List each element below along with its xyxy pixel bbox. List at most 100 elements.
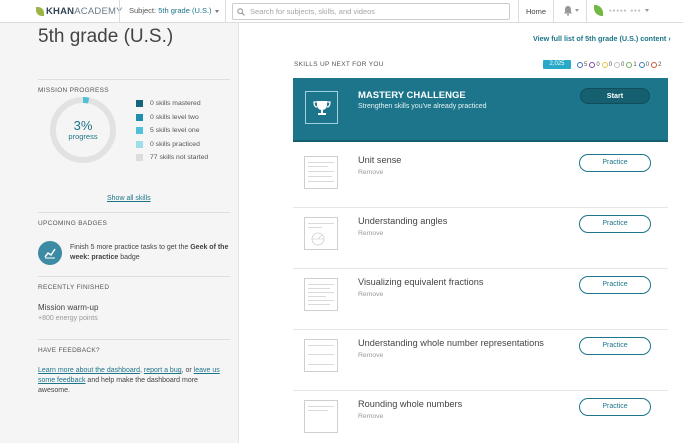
nav-divider	[553, 0, 554, 23]
nav-divider	[518, 0, 519, 23]
progress-label: progress	[68, 132, 98, 141]
skill-title[interactable]: Unit sense	[358, 155, 401, 165]
skill-thumbnail	[304, 278, 338, 311]
search-input[interactable]	[250, 7, 500, 16]
energy-points-badge: 2,025	[543, 60, 571, 69]
recent-item-points: +800 energy points	[38, 315, 98, 322]
remove-link[interactable]: Remove	[358, 352, 383, 359]
skill-title[interactable]: Understanding angles	[358, 216, 447, 226]
chart-line-icon	[44, 248, 56, 259]
view-full-list-link[interactable]: View full list of 5th grade (U.S.) conte…	[533, 34, 671, 43]
upcoming-badges-section: UPCOMING BADGES	[38, 212, 230, 227]
user-name: ▪▪▪▪▪ ▪▪▪	[609, 6, 642, 15]
progress-percent: 3%	[73, 118, 93, 133]
skills-heading: SKILLS UP NEXT FOR YOU	[294, 61, 384, 68]
badge-counts: 5 0 0 0 1 0 2	[577, 60, 663, 69]
user-menu[interactable]: ▪▪▪▪▪ ▪▪▪	[594, 5, 650, 16]
top-nav: KHANACADEMY Subject: 5th grade (U.S.) Ho…	[0, 0, 683, 23]
skill-row: Unit sense Remove Practice	[293, 146, 668, 208]
recently-finished-heading: RECENTLY FINISHED	[38, 284, 110, 291]
legend-swatch	[136, 154, 143, 162]
legend-swatch	[136, 140, 143, 148]
badge-icon	[38, 241, 62, 265]
legend-label: 0 skills mastered	[150, 100, 201, 108]
upcoming-badges-heading: UPCOMING BADGES	[38, 220, 108, 227]
skill-row: Rounding whole numbers Remove Practice	[293, 390, 668, 443]
legend-label: 0 skills level two	[150, 113, 199, 121]
show-all-skills-link[interactable]: Show all skills	[107, 195, 151, 202]
start-button[interactable]: Start	[580, 88, 650, 104]
practice-button[interactable]: Practice	[579, 215, 651, 233]
skill-row: Visualizing equivalent fractions Remove …	[293, 268, 668, 330]
search-box[interactable]	[232, 3, 510, 20]
skill-title[interactable]: Visualizing equivalent fractions	[358, 277, 483, 287]
mastery-challenge-card: MASTERY CHALLENGE Strengthen skills you'…	[293, 78, 668, 142]
legend-label: 0 skills practiced	[150, 140, 200, 148]
notifications-button[interactable]	[563, 5, 579, 16]
legend-swatch	[136, 127, 143, 135]
progress-readout: 3% progress	[48, 119, 118, 141]
remove-link[interactable]: Remove	[358, 413, 383, 420]
legend-item: 0 skills level two	[136, 111, 208, 125]
practice-button[interactable]: Practice	[579, 398, 651, 416]
khan-academy-logo[interactable]: KHANACADEMY	[36, 5, 123, 17]
subject-label: Subject:	[129, 6, 159, 15]
badge-dot-icon	[626, 61, 633, 68]
practice-button[interactable]: Practice	[579, 337, 651, 355]
report-bug-link[interactable]: report a bug	[144, 367, 182, 374]
chevron-down-icon	[575, 9, 579, 12]
trophy-icon	[305, 91, 338, 124]
badge-count: 0	[601, 61, 612, 68]
skill-title[interactable]: Rounding whole numbers	[358, 399, 462, 409]
recently-finished-section: RECENTLY FINISHED	[38, 276, 230, 291]
mission-progress-section: MISSION PROGRESS	[38, 79, 230, 94]
remove-link[interactable]: Remove	[358, 230, 383, 237]
skill-row: Understanding whole number representatio…	[293, 329, 668, 391]
subject-dropdown[interactable]: Subject: 5th grade (U.S.)	[129, 6, 219, 15]
nav-divider	[586, 0, 587, 23]
mission-progress-heading: MISSION PROGRESS	[38, 87, 109, 94]
badge-dot-icon	[577, 61, 583, 68]
remove-link[interactable]: Remove	[358, 169, 383, 176]
subject-value: 5th grade (U.S.)	[158, 6, 212, 15]
remove-link[interactable]: Remove	[358, 291, 383, 298]
logo-text: KHANACADEMY	[46, 5, 123, 17]
skill-thumbnail	[304, 217, 338, 250]
chevron-down-icon	[645, 9, 650, 12]
mastery-subtitle: Strengthen skills you've already practic…	[358, 103, 487, 110]
legend-label: 77 skills not started	[150, 154, 209, 162]
recent-item-title: Mission warm-up	[38, 303, 99, 312]
nav-divider	[225, 0, 226, 23]
practice-button[interactable]: Practice	[579, 276, 651, 294]
practice-button[interactable]: Practice	[579, 154, 651, 172]
badge-count: 2	[651, 61, 661, 68]
learn-more-link[interactable]: Learn more about the dashboard	[38, 367, 140, 374]
legend-item: 5 skills level one	[136, 124, 208, 138]
skill-title[interactable]: Understanding whole number representatio…	[358, 338, 544, 348]
badge-count: 1	[626, 61, 637, 68]
badge-count: 0	[589, 61, 600, 68]
bell-icon	[564, 6, 572, 16]
skill-thumbnail	[304, 400, 338, 433]
home-link[interactable]: Home	[526, 7, 546, 16]
badge-dot-icon	[614, 61, 621, 68]
skill-thumbnail	[304, 156, 338, 189]
mastery-title: MASTERY CHALLENGE	[358, 90, 466, 101]
progress-legend: 0 skills mastered 0 skills level two 5 s…	[136, 97, 208, 165]
badge-count: 0	[638, 61, 649, 68]
nav-divider	[119, 0, 120, 23]
skill-thumbnail	[304, 339, 338, 372]
legend-item: 0 skills mastered	[136, 97, 208, 111]
avatar	[594, 5, 603, 16]
chevron-down-icon	[214, 9, 219, 13]
search-icon	[237, 7, 245, 16]
legend-swatch	[136, 113, 143, 121]
badge-dot-icon	[638, 61, 645, 68]
feedback-text: Learn more about the dashboard, report a…	[38, 367, 220, 394]
badge-dot-icon	[601, 61, 608, 68]
page-title: 5th grade (U.S.)	[38, 26, 174, 47]
badge-dot-icon	[589, 61, 596, 68]
skill-row: Understanding angles Remove Practice	[293, 207, 668, 269]
feedback-section: HAVE FEEDBACK?	[38, 339, 230, 354]
legend-item: 77 skills not started	[136, 151, 208, 165]
